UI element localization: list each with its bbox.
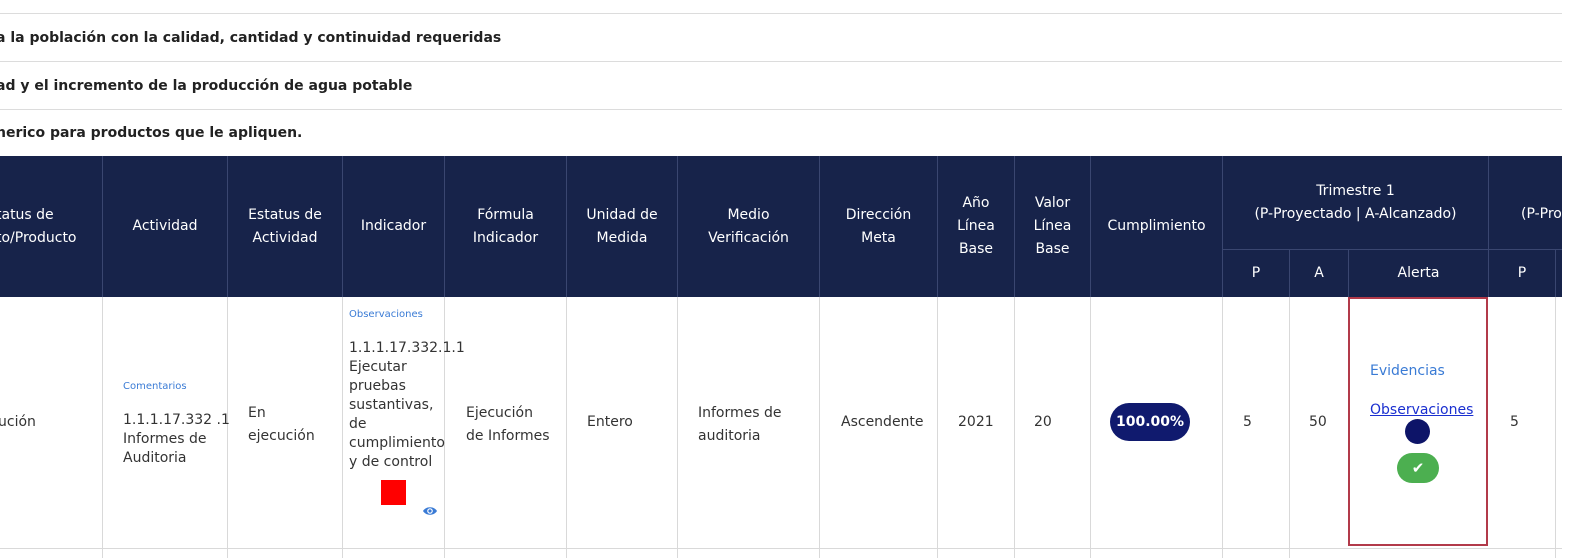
header-medio: Medio Verificación	[708, 206, 789, 246]
cell-a: 50	[1309, 414, 1327, 430]
evidencias-link[interactable]: Evidencias	[1370, 362, 1445, 381]
divider	[1555, 249, 1556, 297]
divider	[1014, 297, 1015, 558]
cell-p2: 5	[1510, 414, 1519, 430]
cell-formula: Ejecución de Informes	[466, 405, 550, 444]
cumplimiento-badge: 100.00%	[1110, 403, 1190, 441]
header-estatus-actividad: Estatus de Actividad	[248, 206, 322, 246]
header-sub-p: P	[1251, 265, 1261, 281]
status-red-square	[381, 480, 406, 505]
header-trimestre-1: Trimestre 1 (P-Proyectado | A-Alcanzado)	[1254, 182, 1457, 222]
divider	[677, 156, 678, 297]
header-direccion: Dirección Meta	[845, 206, 912, 246]
header-trimestre-2: (P-Pro	[1521, 205, 1562, 222]
cell-estatus-actividad: En ejecución	[248, 405, 315, 444]
header-sub-p2: P	[1517, 265, 1527, 281]
indicator-row: nerico para productos que le apliquen.	[0, 110, 1562, 156]
cell-indicador: 1.1.1.17.332.1.1 Ejecutar pruebas sustan…	[349, 340, 465, 470]
divider	[937, 156, 938, 297]
divider	[1014, 156, 1015, 297]
divider	[1222, 297, 1223, 558]
header-sub-a: A	[1314, 265, 1324, 281]
header-actividad: Actividad	[132, 218, 198, 234]
divider	[342, 297, 343, 558]
header-unidad: Unidad de Medida	[586, 206, 658, 246]
cell-direccion: Ascendente	[841, 414, 924, 430]
header-cumplimiento: Cumplimiento	[1107, 218, 1206, 234]
check-icon: ✔	[1411, 459, 1425, 477]
divider	[937, 297, 938, 558]
divider	[1289, 249, 1290, 297]
cell-p: 5	[1243, 414, 1252, 430]
observaciones-link[interactable]: Observaciones	[349, 305, 423, 324]
strategy-text: ad y el incremento de la producción de a…	[0, 77, 413, 94]
comentarios-link[interactable]: Comentarios	[123, 377, 187, 396]
divider	[1090, 297, 1091, 558]
indicator-text: nerico para productos que le apliquen.	[0, 125, 303, 141]
header-valor: Valor Línea Base	[1033, 195, 1072, 257]
header-formula: Fórmula Indicador	[472, 206, 539, 246]
divider	[1555, 297, 1556, 558]
divider	[1289, 297, 1290, 558]
divider	[1090, 156, 1091, 297]
divider	[677, 297, 678, 558]
header-estatus-proyecto: tatus de to/Producto	[0, 206, 77, 246]
divider	[1488, 156, 1489, 297]
divider	[342, 156, 343, 297]
approve-button[interactable]: ✔	[1397, 453, 1439, 483]
cell-valor: 20	[1034, 414, 1052, 430]
cell-anio: 2021	[958, 414, 994, 430]
divider	[819, 156, 820, 297]
divider	[444, 156, 445, 297]
cell-medio: Informes de auditoria	[698, 405, 782, 444]
header-sub-alerta: Alerta	[1397, 265, 1440, 281]
divider	[0, 548, 1562, 549]
divider	[1348, 249, 1349, 297]
cell-actividad: 1.1.1.17.332 .1 Informes de Auditoria	[123, 412, 230, 466]
divider	[102, 156, 103, 297]
divider	[1223, 249, 1562, 250]
cell-unidad: Entero	[587, 414, 633, 430]
cell-estatus-proyecto: ución	[0, 414, 36, 430]
strategy-row: ad y el incremento de la producción de a…	[0, 62, 1562, 109]
divider	[227, 156, 228, 297]
observaciones-alert-link[interactable]: Observaciones	[1370, 401, 1473, 420]
divider	[566, 156, 567, 297]
objective-text: a la población con la calidad, cantidad …	[0, 29, 502, 46]
objective-row: a la población con la calidad, cantidad …	[0, 14, 1562, 61]
eye-icon[interactable]	[422, 503, 438, 519]
status-dot	[1405, 419, 1430, 444]
header-indicador: Indicador	[360, 218, 427, 234]
divider	[566, 297, 567, 558]
table-header: tatus de to/Producto Actividad Estatus d…	[0, 156, 1562, 297]
divider	[1222, 156, 1223, 297]
header-anio: Año Línea Base	[957, 195, 995, 257]
divider	[102, 297, 103, 558]
divider	[819, 297, 820, 558]
